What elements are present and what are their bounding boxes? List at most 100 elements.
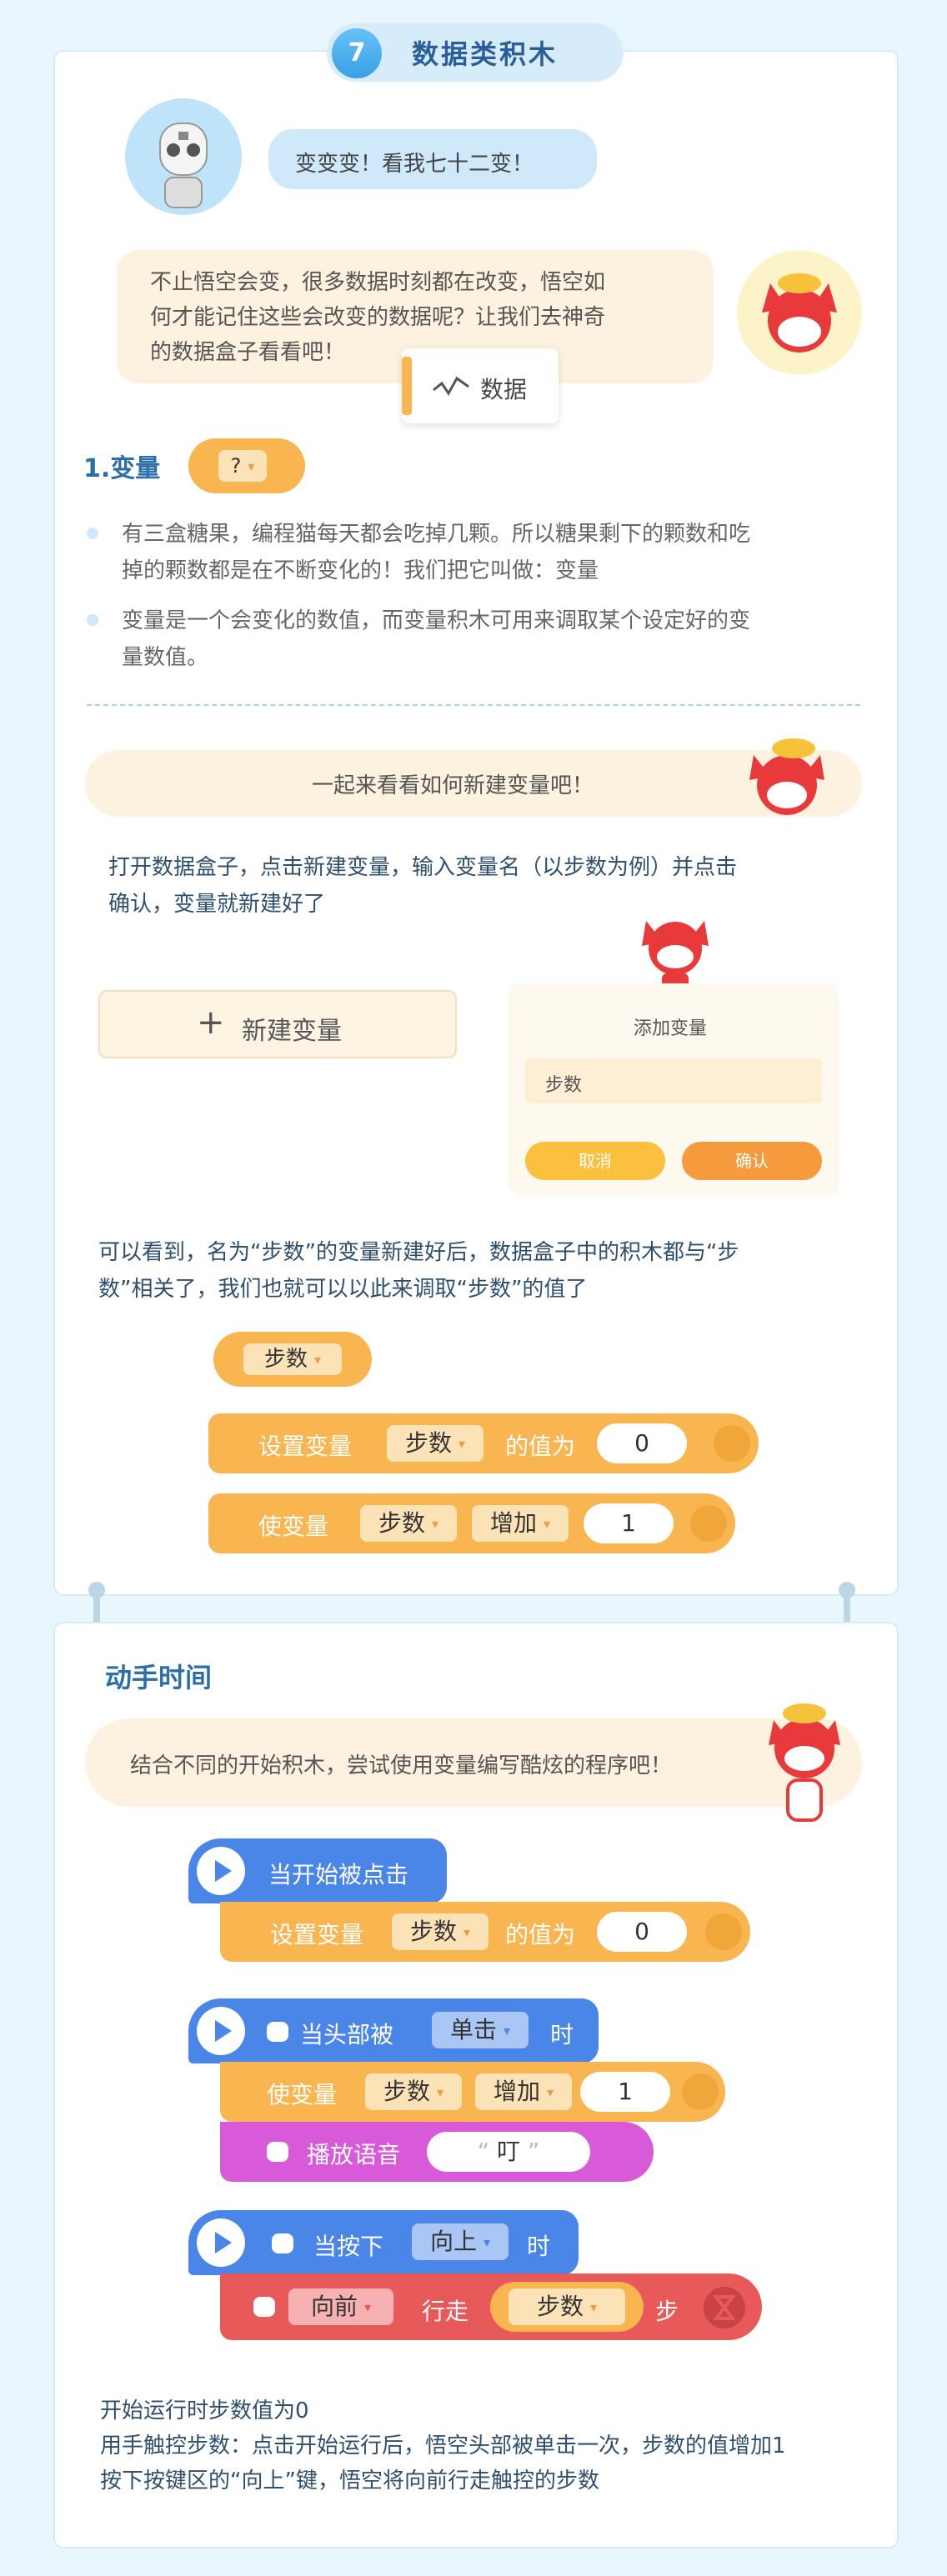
change-variable-dropdown-value: 步数	[378, 1509, 425, 1537]
hat-key-suffix: 时	[527, 2233, 551, 2260]
s2-op-dropdown-value: 增加	[493, 2078, 540, 2105]
practice-title: 动手时间	[105, 1662, 213, 1693]
s1-set-dropdown[interactable]: 步数 ▾	[392, 1913, 489, 1950]
variable-name-value: 步数	[545, 1075, 583, 1096]
bullet-dot	[87, 528, 98, 539]
change-variable-block[interactable]: 使变量 步数 ▾ 增加 ▾ 1	[208, 1493, 735, 1553]
change-value-input[interactable]: 1	[584, 1503, 674, 1543]
s1-set-value-input[interactable]: 0	[597, 1912, 687, 1952]
close-quote: ”	[520, 2138, 540, 2165]
note-line-2: 用手触控步数：点击开始运行后，悟空头部被单击一次，步数的值增加1	[100, 2433, 786, 2458]
create-instruction-line-2: 确认，变量就新建好了	[108, 892, 326, 917]
card-connector-knob	[88, 1582, 105, 1598]
variable-dropdown[interactable]: ? ▾	[218, 450, 267, 482]
variable-block[interactable]: ? ▾	[188, 438, 305, 493]
data-chart-icon	[690, 1505, 727, 1542]
dropdown-arrow-icon: ▾	[546, 2084, 554, 2100]
event-dropdown[interactable]: 单击 ▾	[432, 2012, 529, 2048]
cat-avatar	[737, 250, 862, 375]
hat-head-clicked[interactable]: 当头部被 单击 ▾ 时	[188, 1998, 599, 2063]
set-variable-suffix: 的值为	[505, 1433, 576, 1460]
cat-mascot	[625, 900, 725, 992]
s1-set-suffix: 的值为	[505, 1921, 576, 1948]
dropdown-arrow-icon: ▾	[463, 1924, 471, 1940]
data-chart-icon	[682, 2073, 719, 2110]
s3-walk-label: 行走	[422, 2298, 469, 2325]
change-variable-dropdown[interactable]: 步数 ▾	[360, 1505, 457, 1542]
section-title: 数据类积木	[412, 38, 559, 70]
section1-title: 1.变量	[83, 454, 161, 483]
play-icon	[197, 2218, 245, 2267]
s2-op-dropdown[interactable]: 增加 ▾	[475, 2073, 572, 2110]
bullet-2-line-2: 量数值。	[122, 645, 209, 670]
s2-speak-value-input[interactable]: “ 叮 ”	[427, 2132, 590, 2172]
add-variable-dialog: 添加变量 步数 取消 确认	[509, 983, 839, 1195]
variable-name-input[interactable]: 步数	[525, 1058, 822, 1103]
card-connector-knob	[839, 1582, 855, 1598]
set-value-input[interactable]: 0	[597, 1423, 687, 1463]
hat-head-prefix: 当头部被	[300, 2021, 394, 2048]
s2-change-value-input[interactable]: 1	[580, 2072, 670, 2112]
key-dropdown[interactable]: 向上 ▾	[412, 2223, 509, 2260]
hourglass-icon	[704, 2287, 745, 2328]
bullet-dot	[87, 614, 98, 626]
direction-dropdown[interactable]: 向前 ▾	[288, 2288, 393, 2325]
s1-set-variable-block[interactable]: 设置变量 步数 ▾ 的值为 0	[220, 1902, 750, 1962]
cancel-button[interactable]: 取消	[525, 1142, 665, 1180]
s3-walk-block[interactable]: 向前 ▾ 行走 步数 ▾ 步	[220, 2273, 762, 2340]
s2-change-variable-block[interactable]: 使变量 步数 ▾ 增加 ▾ 1	[220, 2062, 725, 2122]
s2-speak-label: 播放语音	[307, 2141, 401, 2168]
chart-line-icon	[433, 376, 469, 396]
bullet-1-line-2: 掉的颗数都是在不断变化的！我们把它叫做：变量	[122, 558, 599, 583]
new-variable-label: 新建变量	[242, 1017, 342, 1046]
robot-head-icon	[267, 2142, 288, 2162]
result-line-1: 可以看到，名为“步数”的变量新建好后，数据盒子中的积木都与“步	[98, 1240, 739, 1265]
hat-key-prefix: 当按下	[313, 2233, 384, 2260]
steps-dropdown[interactable]: 步数 ▾	[243, 1343, 342, 1375]
set-variable-dropdown-value: 步数	[404, 1429, 452, 1457]
s2-change-dropdown[interactable]: 步数 ▾	[365, 2073, 462, 2110]
note-line-1: 开始运行时步数值为0	[100, 2398, 309, 2423]
s3-steps-dropdown[interactable]: 步数 ▾	[509, 2288, 625, 2325]
steps-dropdown-value: 步数	[263, 1347, 308, 1372]
s2-speak-block[interactable]: 播放语音 “ 叮 ”	[220, 2122, 654, 2182]
confirm-button[interactable]: 确认	[682, 1142, 822, 1180]
tab-orange-marker	[402, 357, 412, 415]
data-chart-icon	[714, 1425, 750, 1462]
hat-start-label: 当开始被点击	[268, 1861, 409, 1888]
dropdown-arrow-icon: ▾	[431, 1516, 439, 1532]
s2-speak-value: 叮	[496, 2138, 520, 2165]
hat-head-suffix: 时	[550, 2021, 574, 2048]
dialog-title: 添加变量	[634, 1018, 708, 1039]
dropdown-arrow-icon: ▾	[458, 1436, 466, 1452]
hat-start-clicked[interactable]: 当开始被点击	[188, 1838, 447, 1903]
variable-dropdown-value: ?	[230, 454, 242, 478]
cat-mascot-standing	[750, 1690, 859, 1832]
dropdown-arrow-icon: ▾	[363, 2299, 372, 2315]
cat-speech-line-3: 的数据盒子看看吧！	[150, 340, 346, 365]
dropdown-arrow-icon: ▾	[589, 2299, 598, 2315]
s3-steps-reporter[interactable]: 步数 ▾	[490, 2282, 644, 2332]
change-op-dropdown[interactable]: 增加 ▾	[472, 1505, 569, 1542]
robot-head-icon	[267, 2022, 288, 2042]
note-line-3: 按下按键区的“向上”键，悟空将向前行走触控的步数	[100, 2468, 599, 2493]
s2-change-dropdown-value: 步数	[383, 2078, 430, 2105]
new-variable-button[interactable]: + 新建变量	[98, 990, 457, 1058]
set-variable-dropdown[interactable]: 步数 ▾	[387, 1425, 484, 1462]
cat-speech-line-2: 何才能记住这些会改变的数据呢？让我们去神奇	[150, 305, 606, 330]
robot-head-icon	[272, 2233, 293, 2253]
s1-set-label: 设置变量	[270, 1921, 364, 1948]
robot-avatar	[125, 98, 242, 215]
create-banner-text: 一起来看看如何新建变量吧！	[312, 773, 594, 798]
dropdown-arrow-icon: ▾	[313, 1351, 322, 1368]
change-variable-label: 使变量	[258, 1513, 329, 1540]
data-category-tab[interactable]: 数据	[402, 348, 559, 423]
play-icon	[197, 2007, 245, 2055]
set-variable-block[interactable]: 设置变量 步数 ▾ 的值为 0	[208, 1413, 759, 1473]
plus-icon: +	[197, 1003, 225, 1042]
hat-key-pressed[interactable]: 当按下 向上 ▾ 时	[188, 2210, 579, 2275]
robot-speech-text: 变变变！看我七十二变！	[295, 152, 534, 177]
steps-variable-block[interactable]: 步数 ▾	[213, 1332, 372, 1387]
change-op-dropdown-value: 增加	[489, 1509, 537, 1537]
dropdown-arrow-icon: ▾	[248, 458, 255, 474]
